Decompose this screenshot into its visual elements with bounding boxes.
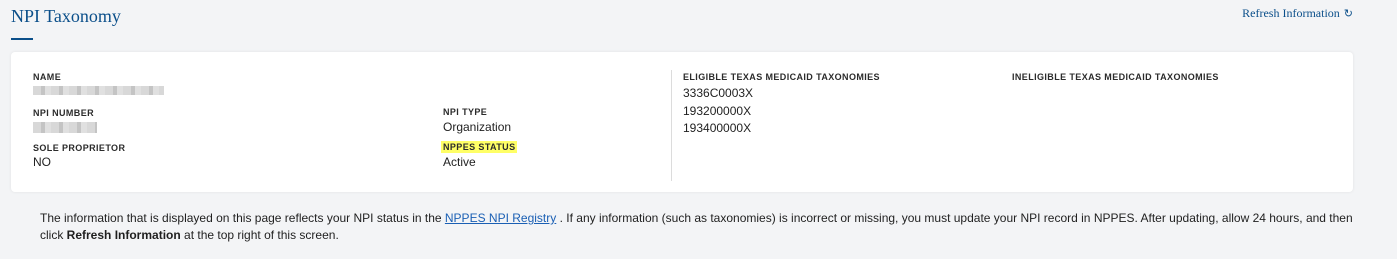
name-label: NAME — [33, 72, 62, 82]
refresh-information-link[interactable]: Refresh Information ↻ — [1242, 6, 1353, 21]
npi-type-value: Organization — [443, 120, 512, 134]
nppes-status-highlight: NPPES STATUS — [441, 141, 518, 153]
name-value-redacted — [33, 86, 164, 95]
footer-text-end: at the top right of this screen. — [180, 228, 339, 242]
nppes-status-label: NPPES STATUS — [441, 141, 518, 153]
footer-bold-refresh: Refresh Information — [66, 228, 181, 242]
list-item: 193400000X — [683, 121, 752, 135]
nppes-status-value: Active — [443, 155, 476, 169]
refresh-icon: ↻ — [1343, 8, 1353, 20]
list-item: 193200000X — [683, 103, 752, 118]
npi-details-card: NAME NPI NUMBER SOLE PROPRIETOR NO NPI T… — [11, 52, 1353, 192]
info-footer: The information that is displayed on thi… — [40, 210, 1360, 244]
page-title: NPI Taxonomy — [11, 6, 121, 26]
npi-number-label: NPI NUMBER — [33, 108, 95, 118]
title-underline — [11, 38, 33, 40]
eligible-taxonomies-list: 3336C0003X 193200000X 193400000X — [683, 85, 753, 138]
npi-type-label: NPI TYPE — [443, 107, 488, 117]
sole-proprietor-value: NO — [33, 155, 51, 169]
ineligible-taxonomies-label: INELIGIBLE TEXAS MEDICAID TAXONOMIES — [1012, 72, 1219, 82]
sole-proprietor-label: SOLE PROPRIETOR — [33, 143, 126, 153]
footer-text-start: The information that is displayed on thi… — [40, 211, 445, 225]
list-item: 3336C0003X — [683, 86, 754, 100]
refresh-label: Refresh Information — [1242, 6, 1340, 20]
npi-number-value-redacted — [33, 122, 97, 133]
column-divider — [671, 70, 672, 181]
eligible-taxonomies-label: ELIGIBLE TEXAS MEDICAID TAXONOMIES — [683, 72, 880, 82]
nppes-registry-link[interactable]: NPPES NPI Registry — [445, 211, 556, 225]
